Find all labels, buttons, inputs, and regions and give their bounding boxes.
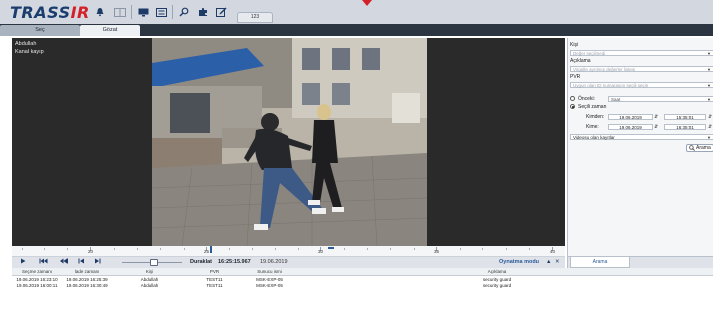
person-label: Kişi (570, 42, 579, 48)
playback-mode-button[interactable]: Oynatma modu (499, 259, 539, 265)
skip-back-icon[interactable] (58, 258, 68, 267)
from-label: Kimden: (586, 114, 605, 120)
tab-sec[interactable]: Seç (0, 25, 80, 36)
timeline-label: 25 (204, 249, 210, 254)
camera-name: Abdullah (15, 41, 37, 47)
collapse-icon[interactable]: ▲ (546, 259, 551, 265)
panel-tab-bar: Arama (568, 256, 713, 268)
playback-status: Duraklat (190, 259, 213, 265)
monitor-icon[interactable] (135, 5, 151, 19)
from-time-field[interactable]: 15:35:01 (664, 114, 706, 120)
timeline-label: 20 (88, 249, 94, 254)
from-date-field[interactable]: 19.06.2019 (608, 114, 653, 120)
search-icon (689, 145, 695, 154)
table-cell: TEST11 (206, 277, 223, 282)
prev-select[interactable]: Saat ▼ (608, 96, 713, 102)
layout-icon[interactable] (112, 5, 128, 19)
chevron-down-icon[interactable]: ▼ (707, 97, 711, 102)
selected-time-label: Seçili zaman (578, 104, 607, 110)
table-cell: security guard (482, 283, 512, 288)
column-header[interactable]: Seçme zamanı (12, 269, 62, 274)
search-panel: Kişi Değer seçilmedi ▼ Açıklama Virgülle … (567, 38, 713, 268)
channel-status-label: Kanal kayıp (15, 49, 44, 55)
skip-to-start-icon[interactable] (38, 258, 48, 267)
table-cell: 19.06.2019 16:25:39 (66, 277, 108, 282)
timeline-label: 30 (318, 249, 324, 254)
column-header[interactable]: Açıklama (297, 269, 697, 274)
description-field[interactable]: Virgülle ayrılmış değerler listesi ▼ (570, 66, 713, 72)
timeline-label: 40 (550, 249, 556, 254)
bell-icon[interactable] (92, 5, 108, 19)
puzzle-icon[interactable] (195, 5, 211, 19)
video-viewport[interactable]: Abdullah Kanal kayıp (12, 38, 565, 246)
table-cell: MSK-EXP-05 (256, 277, 283, 282)
video-frame (152, 38, 427, 246)
table-cell: MSK-EXP-05 (256, 283, 283, 288)
to-date-field[interactable]: 19.06.2019 (608, 124, 653, 130)
search-tool-icon[interactable] (176, 5, 192, 19)
calendar-icon[interactable]: ⇵ (654, 124, 658, 130)
timeline-label: 35 (434, 249, 440, 254)
chevron-down-icon[interactable]: ▼ (707, 135, 711, 140)
column-header[interactable]: İade zamanı (62, 269, 112, 274)
top-toolbar: TRASSIR 123 (0, 0, 713, 24)
tab-search[interactable]: Arama (570, 257, 630, 268)
list-icon[interactable] (153, 5, 169, 19)
prev-label: Önceki: (578, 96, 595, 102)
play-icon[interactable] (18, 258, 28, 267)
table-cell: 19.06.2019 16:30:49 (66, 283, 108, 288)
speed-slider-handle[interactable] (150, 259, 158, 266)
to-time-field[interactable]: 16:35:01 (664, 124, 706, 130)
step-forward-icon[interactable] (92, 258, 102, 267)
table-cell: Abdullah (140, 277, 159, 282)
alarm-indicator-icon[interactable] (362, 0, 372, 6)
pvr-label: PVR (570, 74, 581, 80)
results-table: Seçme zamanı İade zamanı Kişi PVR Sunucu… (12, 268, 713, 331)
calendar-icon[interactable]: ⇵ (654, 114, 658, 120)
selected-time-radio[interactable] (570, 104, 575, 109)
playback-date: 19.06.2019 (260, 259, 288, 265)
to-label: Kime: (586, 124, 599, 130)
timeline-ruler[interactable]: 20 25 30 35 40 (12, 246, 565, 257)
app-logo: TRASSIR (10, 3, 90, 22)
playback-time: 16:25:15.967 (218, 259, 251, 265)
chevron-down-icon[interactable]: ▼ (707, 67, 711, 72)
column-header[interactable]: Kişi (112, 269, 187, 274)
window-counter-tab[interactable]: 123 (237, 12, 273, 23)
records-select[interactable]: Videosu olan kayıtlar ▼ (570, 134, 713, 140)
tab-gozat[interactable]: Gözat (80, 25, 140, 36)
chevron-down-icon[interactable]: ▼ (707, 83, 711, 88)
table-cell: TEST11 (206, 283, 223, 288)
table-row[interactable]: 19.06.2019 16:00:11 19.06.2019 16:30:49 … (12, 283, 713, 289)
spinner-icon[interactable]: ⇵ (708, 124, 712, 130)
pvr-field[interactable]: Uygun olan ID numarasını seçili seçin ▼ (570, 82, 713, 88)
table-cell: 19.06.2019 16:23:10 (16, 277, 58, 282)
table-cell: security guard (482, 277, 512, 282)
main-tab-bar: Seç Gözat (0, 24, 713, 36)
playback-controls: Duraklat 16:25:15.967 19.06.2019 Oynatma… (12, 257, 565, 268)
edit-icon[interactable] (213, 5, 229, 19)
timeline-ticks (22, 246, 553, 253)
step-back-icon[interactable] (76, 258, 86, 267)
table-header: Seçme zamanı İade zamanı Kişi PVR Sunucu… (12, 268, 713, 276)
prev-radio[interactable] (570, 96, 575, 101)
table-cell: Abdullah (140, 283, 159, 288)
column-header[interactable]: PVR (187, 269, 242, 274)
close-icon[interactable]: ✕ (555, 259, 560, 265)
search-button[interactable]: Arama (686, 144, 713, 152)
person-field[interactable]: Değer seçilmedi ▼ (570, 50, 713, 56)
table-cell: 19.06.2019 16:00:11 (16, 283, 58, 288)
column-header[interactable]: Sunucu ismi (242, 269, 297, 274)
spinner-icon[interactable]: ⇵ (708, 114, 712, 120)
description-label: Açıklama (570, 58, 591, 64)
chevron-down-icon[interactable]: ▼ (707, 51, 711, 56)
